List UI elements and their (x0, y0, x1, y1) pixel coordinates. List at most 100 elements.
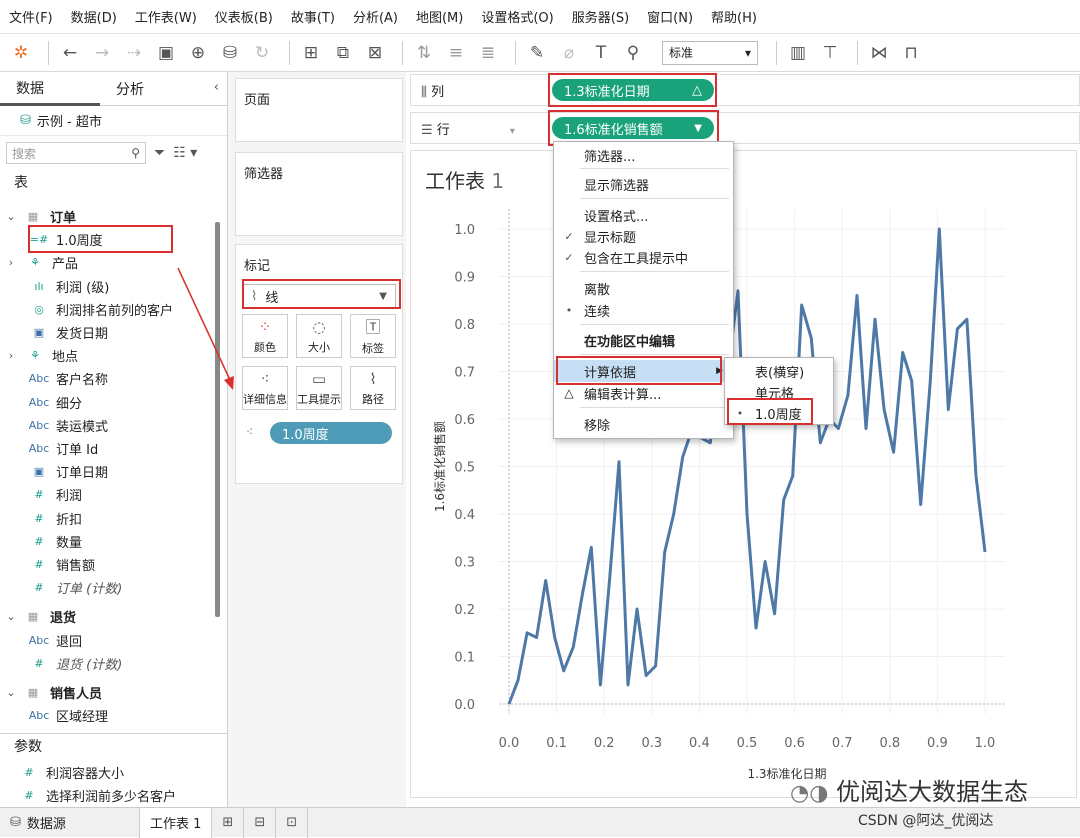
menu-item-remove[interactable]: 移除 (554, 413, 733, 435)
expand-chevron-icon[interactable]: ⌄ (4, 210, 18, 223)
highlight-icon[interactable]: ✎ (524, 40, 550, 66)
menu-help[interactable]: 帮助(H) (702, 7, 766, 26)
expand-chevron-icon[interactable]: ⌄ (4, 686, 18, 699)
menu-item-format[interactable]: 设置格式... (554, 204, 733, 226)
field-item[interactable]: ◎ 利润排名前列的客户 (0, 298, 210, 321)
detail-field-pill[interactable]: 1.0周度 (270, 422, 392, 444)
pages-card[interactable]: 页面 (235, 78, 403, 142)
datasource-item[interactable]: ⛁ 示例 - 超市 (0, 106, 227, 136)
menu-story[interactable]: 故事(T) (282, 7, 344, 26)
datasource-tab[interactable]: ⛁ 数据源 (0, 807, 140, 838)
view-list-icon[interactable]: ☷ ▾ (173, 145, 197, 161)
menu-analysis[interactable]: 分析(A) (344, 7, 407, 26)
filter-icon[interactable]: ⏷ (154, 145, 165, 161)
field-item[interactable]: # 利润 (0, 483, 210, 506)
menu-item-show-header[interactable]: ✓ 显示标题 (554, 225, 733, 247)
columns-shelf[interactable]: ⫼ 列 (410, 74, 1080, 106)
save-icon[interactable]: ▣ (153, 40, 179, 66)
new-datasource-icon[interactable]: ⊕ (185, 40, 211, 66)
menu-map[interactable]: 地图(M) (407, 7, 472, 26)
date-icon: ▣ (33, 465, 45, 479)
new-dashboard-icon[interactable]: ⊟ (244, 807, 277, 838)
field-item[interactable]: # 退货 (计数) (0, 652, 210, 675)
sort-asc-icon[interactable]: ≡ (443, 40, 469, 66)
path-button[interactable]: ⌇ 路径 (350, 366, 396, 410)
menu-format[interactable]: 设置格式(O) (472, 7, 562, 26)
back-icon[interactable]: ← (57, 40, 83, 66)
label-icon[interactable]: T (588, 40, 614, 66)
collapse-icon[interactable]: ‹ (214, 80, 219, 95)
field-item[interactable]: # 订单 (计数) (0, 576, 210, 599)
menu-item-edit-in-shelf[interactable]: 在功能区中编辑 (554, 329, 733, 351)
expand-chevron-icon[interactable]: › (4, 349, 18, 362)
field-item[interactable]: Abc 订单 Id (0, 437, 210, 460)
field-item[interactable]: ▣ 发货日期 (0, 321, 210, 344)
fit-select[interactable]: 标准 ▾ (662, 40, 758, 65)
share-icon[interactable]: ⋈ (866, 40, 892, 66)
param-item[interactable]: # 利润容器大小 (0, 761, 210, 784)
group-icon[interactable]: ⌀ (556, 40, 582, 66)
format-painter-icon[interactable]: ⊓ (898, 40, 924, 66)
table-group-item[interactable]: ⌄ ▦ 销售人员 (0, 681, 210, 704)
redo-icon[interactable]: ⇢ (121, 40, 147, 66)
database-icon[interactable]: ⛁ (217, 40, 243, 66)
menu-item-show-filter[interactable]: 显示筛选器 (554, 173, 733, 195)
color-button[interactable]: ⁘ 颜色 (242, 314, 288, 358)
menu-item-discrete[interactable]: 离散 (554, 277, 733, 299)
field-label: 装运模式 (56, 419, 109, 435)
forward-icon[interactable]: → (89, 40, 115, 66)
field-item[interactable]: › ⚘ 地点 (0, 344, 210, 367)
table-group-item[interactable]: ⌄ ▦ 退货 (0, 605, 210, 628)
size-button[interactable]: ◌ 大小 (296, 314, 342, 358)
field-item[interactable]: Abc 装运模式 (0, 414, 210, 437)
menu-window[interactable]: 窗口(N) (638, 7, 702, 26)
field-item[interactable]: ılı 利润 (级) (0, 275, 210, 298)
menu-item-filter[interactable]: 筛选器... (554, 144, 733, 166)
field-item[interactable]: ▣ 订单日期 (0, 460, 210, 483)
field-item[interactable]: # 数量 (0, 530, 210, 553)
field-item[interactable]: › ⚘ 产品 (0, 251, 210, 274)
detail-button[interactable]: ⁖ 详细信息 (242, 366, 288, 410)
field-item[interactable]: Abc 细分 (0, 391, 210, 414)
new-worksheet-icon[interactable]: ⊞ (212, 807, 245, 838)
field-list-scrollbar[interactable] (215, 222, 220, 617)
pin-icon[interactable]: ⚲ (620, 40, 646, 66)
field-item[interactable]: Abc 客户名称 (0, 367, 210, 390)
submenu-item-table-across[interactable]: 表(横穿) (725, 360, 833, 382)
clear-sheet-icon[interactable]: ⊠ (362, 40, 388, 66)
param-item[interactable]: # 选择利润前多少名客户 (0, 784, 210, 807)
field-item[interactable]: # 销售额 (0, 553, 210, 576)
sheet-tab[interactable]: 工作表 1 (140, 807, 213, 838)
sort-desc-icon[interactable]: ≣ (475, 40, 501, 66)
menu-item-include-tooltip[interactable]: ✓ 包含在工具提示中 (554, 246, 733, 268)
tableau-logo-icon[interactable]: ✲ (8, 40, 34, 66)
menu-data[interactable]: 数据(D) (62, 7, 126, 26)
filters-card[interactable]: 筛选器 (235, 152, 403, 236)
refresh-icon[interactable]: ↻ (249, 40, 275, 66)
label-button[interactable]: 🅃 标签 (350, 314, 396, 358)
field-item[interactable]: Abc 区域经理 (0, 704, 210, 727)
expand-chevron-icon[interactable]: ⌄ (4, 610, 18, 623)
menu-item-edit-table-calc[interactable]: △ 编辑表计算... (554, 382, 733, 404)
tab-analysis[interactable]: 分析 (100, 79, 200, 99)
tooltip-button[interactable]: ▭ 工具提示 (296, 366, 342, 410)
rows-shelf[interactable]: ☰ 行 ▾ (410, 112, 1080, 144)
menu-worksheet[interactable]: 工作表(W) (126, 7, 206, 26)
new-story-icon[interactable]: ⊡ (276, 807, 309, 838)
duplicate-sheet-icon[interactable]: ⧉ (330, 40, 356, 66)
menu-file[interactable]: 文件(F) (0, 7, 62, 26)
hierarchy-icon: ⚘ (30, 256, 40, 270)
swap-icon[interactable]: ⇅ (411, 40, 437, 66)
search-input[interactable]: 搜索 ⚲ (6, 142, 146, 164)
presentation-icon[interactable]: ⊤ (817, 40, 843, 66)
expand-chevron-icon[interactable]: › (4, 256, 18, 269)
new-sheet-icon[interactable]: ⊞ (298, 40, 324, 66)
menu-item-continuous[interactable]: • 连续 (554, 299, 733, 321)
tab-data[interactable]: 数据 (0, 72, 100, 106)
menu-server[interactable]: 服务器(S) (563, 7, 638, 26)
field-item[interactable]: Abc 退回 (0, 629, 210, 652)
detail-icon: ⁖ (260, 369, 270, 388)
menu-dashboard[interactable]: 仪表板(B) (206, 7, 282, 26)
field-item[interactable]: # 折扣 (0, 507, 210, 530)
show-me-icon[interactable]: ▥ (785, 40, 811, 66)
